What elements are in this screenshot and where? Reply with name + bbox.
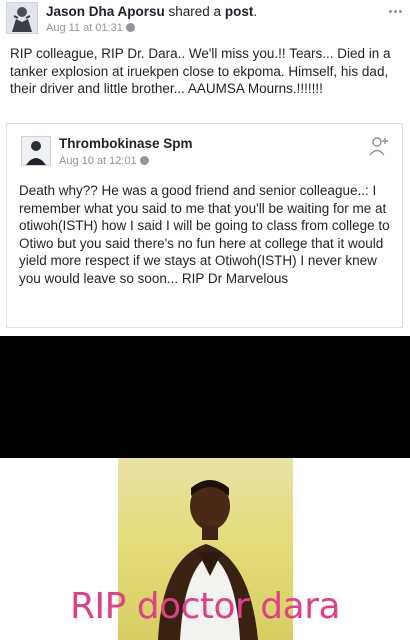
post-image[interactable]: RIP doctor dara (0, 336, 410, 640)
globe-icon (139, 156, 149, 165)
globe-icon (125, 23, 135, 32)
shared-action-text: shared a (164, 4, 225, 19)
shared-meta: Aug 10 at 12:01 (59, 155, 149, 167)
image-caption: RIP doctor dara (69, 586, 341, 627)
shared-author-avatar[interactable] (21, 136, 51, 166)
post-header-line: Jason Dha Aporsu shared a post. (46, 4, 257, 19)
header-period: . (253, 4, 258, 19)
author-avatar[interactable] (6, 2, 38, 34)
avatar-silhouette-icon (7, 3, 37, 33)
more-options-icon[interactable] (386, 4, 404, 18)
shared-author-name[interactable]: Thrombokinase Spm (59, 136, 193, 151)
avatar-person-icon (22, 137, 50, 165)
shared-post-link[interactable]: post (225, 4, 254, 19)
post-timestamp[interactable]: Aug 11 at 01:31 (46, 22, 123, 34)
shared-post-card[interactable]: Thrombokinase Spm Aug 10 at 12:01 Death … (6, 123, 403, 328)
add-friend-icon[interactable] (368, 135, 390, 157)
post-body-text: RIP colleague, RIP Dr. Dara.. We'll miss… (10, 46, 391, 96)
post-header: Jason Dha Aporsu shared a post. Aug 11 a… (0, 0, 410, 40)
shared-timestamp[interactable]: Aug 10 at 12:01 (59, 155, 137, 167)
shared-body-text: Death why?? He was a good friend and sen… (19, 183, 390, 286)
author-name[interactable]: Jason Dha Aporsu (46, 4, 165, 19)
post-meta: Aug 11 at 01:31 (46, 22, 135, 34)
